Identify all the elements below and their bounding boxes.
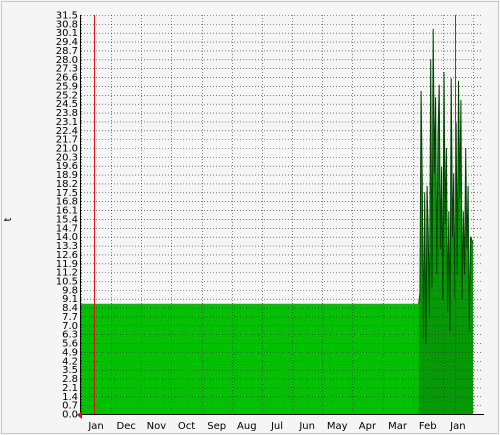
x-tick-labels: Jan Dec Nov Oct Sep Aug Jul Jun May Apr Mar Feb Jan	[87, 421, 465, 432]
x-tick-label: Dec	[117, 421, 136, 432]
x-tick-label: Feb	[419, 421, 437, 432]
x-tick-label: Apr	[359, 421, 377, 432]
chart-frame: 0.0 0.7 1.4 2.1 2.8 3.5 4.2 4.9 5.6 6.3 7.0 7.7 8.4 9…	[1, 1, 499, 434]
y-tick-label: 31.5	[56, 11, 78, 22]
area-chart: 0.00.71.42.12.83.54.24.95.66.37.07.78.49…	[3, 11, 484, 432]
x-tick-label: Jan	[449, 421, 465, 432]
x-tick-label: Nov	[147, 421, 167, 432]
x-tick-label: Oct	[178, 421, 195, 432]
x-tick-label: Jan	[87, 421, 103, 432]
x-tick-label: May	[327, 421, 348, 432]
y-tick-labels: 0.00.71.42.12.83.54.24.95.66.37.07.78.49…	[56, 11, 78, 421]
x-tick-label: Sep	[207, 421, 226, 432]
x-tick-label: Mar	[388, 421, 408, 432]
x-tick-label: Aug	[237, 421, 257, 432]
y-axis-label: t	[3, 217, 14, 221]
x-tick-label: Jun	[298, 421, 315, 432]
x-tick-label: Jul	[270, 421, 283, 432]
